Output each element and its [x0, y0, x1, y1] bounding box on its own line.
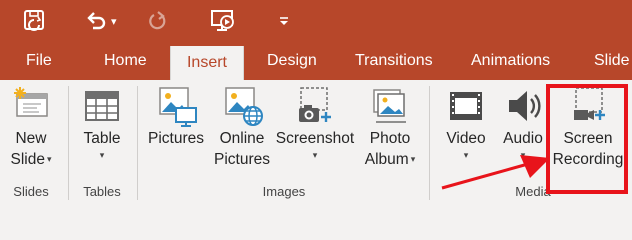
table-button[interactable]: Table ▾ — [76, 84, 128, 161]
video-label: Video — [446, 130, 486, 147]
quick-access-toolbar: ▾ — [0, 0, 632, 42]
audio-button[interactable]: Audio ▾ — [496, 84, 550, 161]
photo-album-label-line2-text: Album — [364, 151, 409, 168]
group-label-images: Images — [262, 184, 306, 199]
start-from-beginning-icon — [211, 10, 234, 31]
photo-album-button[interactable]: Photo Album ▾ — [358, 84, 422, 170]
screenshot-icon — [299, 87, 331, 122]
tab-file[interactable]: File — [26, 42, 52, 80]
insert-ribbon: New Slide ▾ Slides Table ▾ Tables Picture… — [0, 80, 632, 203]
screenshot-label: Screenshot — [275, 130, 355, 147]
customize-qat-button[interactable] — [277, 8, 291, 34]
screen-recording-label-line2: Recording — [552, 151, 624, 168]
group-separator — [429, 86, 430, 200]
audio-icon — [509, 91, 541, 121]
online-pictures-button[interactable]: Online Pictures — [212, 84, 272, 170]
photo-album-dropdown-caret[interactable]: ▾ — [411, 154, 416, 164]
online-pictures-label-line2: Pictures — [214, 151, 270, 168]
screen-recording-button[interactable]: Screen Recording — [550, 84, 626, 170]
pictures-button[interactable]: Pictures — [144, 84, 208, 149]
online-pictures-icon — [225, 87, 263, 126]
pictures-icon — [159, 87, 197, 127]
new-slide-dropdown-caret[interactable]: ▾ — [47, 154, 52, 164]
tab-insert[interactable]: Insert — [170, 46, 244, 80]
tab-transitions[interactable]: Transitions — [355, 42, 433, 80]
table-dropdown-caret[interactable]: ▾ — [76, 149, 128, 161]
group-label-media: Media — [515, 184, 551, 199]
photo-album-label-line2: Album ▾ — [358, 149, 422, 170]
screenshot-dropdown-caret[interactable]: ▾ — [273, 149, 357, 161]
new-slide-button[interactable]: New Slide ▾ — [8, 84, 54, 170]
screen-recording-label-line1: Screen — [563, 130, 613, 147]
undo-icon — [87, 12, 106, 30]
audio-dropdown-caret[interactable]: ▾ — [496, 149, 550, 161]
online-pictures-label-line1: Online — [219, 130, 265, 147]
video-dropdown-caret[interactable]: ▾ — [438, 149, 494, 161]
group-separator — [137, 86, 138, 200]
tab-home[interactable]: Home — [104, 42, 147, 80]
customize-qat-icon — [280, 17, 288, 25]
photo-album-icon — [373, 89, 406, 123]
tab-slide-show[interactable]: Slide — [594, 42, 630, 80]
group-separator — [68, 86, 69, 200]
screen-recording-icon — [574, 87, 605, 120]
video-button[interactable]: Video ▾ — [438, 84, 494, 161]
new-slide-label-line2-text: Slide — [10, 151, 45, 168]
new-slide-label-line2: Slide ▾ — [8, 149, 54, 170]
photo-album-label-line1: Photo — [369, 130, 411, 147]
tab-design[interactable]: Design — [267, 42, 317, 80]
redo-icon — [149, 11, 166, 30]
undo-button[interactable]: ▾ — [84, 8, 117, 34]
tab-animations[interactable]: Animations — [471, 42, 550, 80]
table-icon — [85, 91, 119, 121]
screenshot-button[interactable]: Screenshot ▾ — [273, 84, 357, 161]
undo-dropdown-caret[interactable]: ▾ — [111, 15, 117, 28]
save-autosave-icon[interactable] — [22, 8, 48, 34]
audio-label: Audio — [503, 130, 543, 147]
new-slide-label-line1: New — [15, 130, 47, 147]
table-label: Table — [83, 130, 121, 147]
new-slide-icon — [14, 87, 48, 117]
group-label-tables: Tables — [83, 184, 121, 199]
video-icon — [450, 92, 482, 120]
pictures-label: Pictures — [148, 130, 204, 147]
ribbon-tabs: File Home Insert Design Transitions Anim… — [0, 42, 632, 80]
group-label-slides: Slides — [13, 184, 49, 199]
start-from-beginning-button[interactable] — [210, 8, 238, 34]
redo-button[interactable] — [146, 8, 170, 34]
